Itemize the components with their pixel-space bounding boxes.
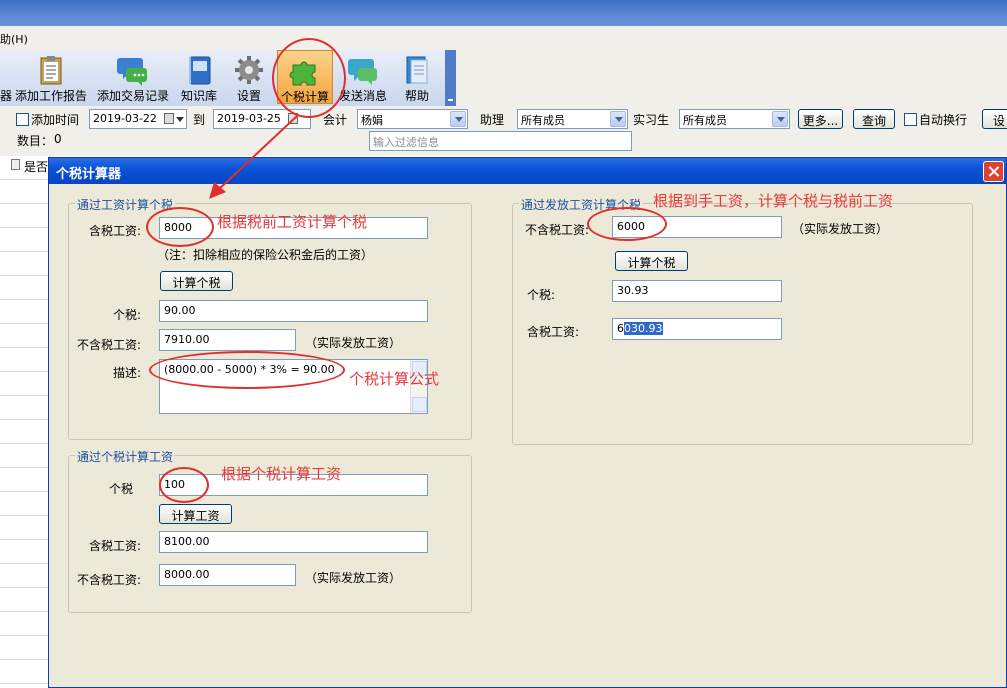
dropdown-arrow-icon (176, 117, 184, 122)
dialog-titlebar: 个税计算器 (49, 158, 1006, 184)
more-button[interactable]: 更多... (798, 109, 843, 129)
tax-label: 个税: (526, 288, 555, 302)
help-book-icon (406, 56, 428, 84)
count-value: 0 (54, 132, 62, 146)
calculate-tax-button[interactable]: 计算个税 (160, 271, 233, 291)
chevron-down-icon[interactable] (772, 111, 788, 127)
date-from-picker[interactable]: 2019-03-22 (89, 109, 187, 129)
filter-bar: 添加时间 2019-03-22 到 2019-03-25 会计 杨娟 助理 所有… (0, 106, 1007, 156)
calculate-salary-button[interactable]: 计算工资 (159, 504, 232, 524)
book-icon (189, 56, 211, 85)
add-time-checkbox[interactable] (16, 113, 29, 126)
net-salary-output[interactable]: 7910.00 (159, 329, 296, 351)
knowledge-base-button[interactable]: 知识库 (176, 50, 222, 104)
gross-value-selection: 030.93 (624, 322, 663, 335)
grid-header-fragment: 是否 (24, 160, 49, 174)
count-label: 数目： (17, 134, 54, 148)
add-trade-record-button[interactable]: 添加交易记录 (94, 50, 172, 104)
annotation-text: 根据到手工资，计算个税与税前工资 (653, 192, 894, 210)
query-button[interactable]: 查询 (853, 109, 895, 129)
net-salary-label: 不含税工资: (76, 573, 141, 587)
toolbar-label: 设置 (236, 89, 261, 103)
toolbar-label: 知识库 (180, 89, 217, 103)
annotation-ellipse (272, 38, 346, 118)
tax-output[interactable]: 90.00 (159, 300, 428, 322)
date-from-value: 2019-03-22 (93, 112, 157, 125)
menu-help[interactable]: 助(H) (0, 31, 28, 47)
annotation-ellipse (146, 207, 214, 247)
chevron-down-icon[interactable] (610, 111, 626, 127)
help-button[interactable]: 帮助 (396, 50, 438, 104)
net-salary-label: 不含税工资: (524, 223, 589, 237)
annotation-ellipse (149, 351, 345, 389)
group-net-to-tax: 通过发放工资计算个税 不含税工资: 6000 （实际发放工资） 计算个税 个税:… (512, 196, 973, 445)
assistant-value: 所有成员 (521, 114, 565, 127)
annotation-text: 个税计算公式 (349, 370, 440, 388)
row-indicator-icon (11, 159, 20, 170)
accountant-label: 会计 (323, 113, 348, 127)
net-salary-note: （实际发放工资） (305, 336, 402, 350)
tax-label: 个税: (112, 308, 141, 322)
annotation-text: 根据个税计算工资 (221, 465, 342, 483)
chevron-down-icon[interactable] (450, 111, 466, 127)
intern-value: 所有成员 (683, 114, 727, 127)
settings-fragment-button[interactable]: 设 (982, 109, 1007, 129)
toolbar: 器 添加工作报告 添加交易记录 知识库 设置 个税计算 发送消息 帮助 (0, 50, 456, 106)
toolbar-overflow-button[interactable] (445, 50, 456, 106)
calendar-icon (164, 113, 174, 124)
net-salary-note: （实际发放工资） (792, 222, 889, 236)
accountant-value: 杨娟 (361, 114, 383, 127)
intern-select[interactable]: 所有成员 (679, 109, 790, 129)
auto-wrap-checkbox[interactable] (904, 113, 917, 126)
filter-input[interactable]: 输入过滤信息 (369, 131, 632, 151)
assistant-label: 助理 (480, 113, 505, 127)
settings-button[interactable]: 设置 (228, 50, 270, 104)
gear-icon (235, 56, 263, 84)
data-grid: 是否 (0, 156, 50, 688)
annotation-ellipse (587, 207, 667, 241)
net-salary-output[interactable]: 8000.00 (159, 564, 296, 586)
message-icon (348, 59, 377, 85)
scroll-down-icon[interactable] (412, 397, 427, 412)
gross-value-prefix: 6 (617, 322, 624, 335)
deduction-note: （注：扣除相应的保险公积金后的工资） (157, 248, 374, 262)
accountant-select[interactable]: 杨娟 (357, 109, 468, 129)
group-salary-to-tax: 通过工资计算个税 含税工资: 8000 （注：扣除相应的保险公积金后的工资） 计… (68, 196, 472, 440)
toolbar-label: 帮助 (404, 89, 429, 103)
auto-wrap-label: 自动换行 (919, 113, 968, 127)
gross-salary-label: 含税工资: (88, 539, 141, 553)
net-salary-label: 不含税工资: (76, 338, 141, 352)
gross-salary-label: 含税工资: (88, 224, 141, 238)
add-time-label: 添加时间 (31, 113, 80, 127)
toolbar-left-fragment: 器 (0, 89, 13, 103)
clipboard-icon (40, 56, 62, 85)
chat-bubbles-icon (117, 58, 147, 86)
assistant-select[interactable]: 所有成员 (517, 109, 628, 129)
group-title: 通过个税计算工资 (75, 448, 176, 465)
toolbar-label: 添加工作报告 (14, 89, 87, 103)
annotation-text: 根据税前工资计算个税 (217, 213, 368, 231)
annotation-ellipse (159, 467, 209, 503)
window-titlebar (0, 0, 1007, 26)
net-salary-note: （实际发放工资） (305, 571, 402, 585)
gross-salary-label: 含税工资: (526, 325, 579, 339)
calculate-tax-button[interactable]: 计算个税 (615, 251, 688, 271)
gross-salary-output[interactable]: 8100.00 (159, 531, 428, 553)
tax-output[interactable]: 30.93 (612, 280, 782, 302)
tax-calculator-dialog: 个税计算器 通过工资计算个税 含税工资: 8000 （注：扣除相应的保险公积金后… (48, 157, 1007, 688)
gross-salary-output[interactable]: 6030.93 (612, 318, 782, 340)
toolbar-label: 添加交易记录 (96, 89, 169, 103)
dialog-title: 个税计算器 (56, 167, 122, 182)
tax-label: 个税 (108, 482, 133, 496)
add-work-report-button[interactable]: 添加工作报告 (12, 50, 90, 104)
description-label: 描述: (112, 366, 141, 380)
annotation-arrow (209, 115, 298, 199)
close-icon[interactable] (983, 161, 1004, 182)
menu-bar: 助(H) (0, 26, 1007, 50)
intern-label: 实习生 (633, 113, 670, 127)
